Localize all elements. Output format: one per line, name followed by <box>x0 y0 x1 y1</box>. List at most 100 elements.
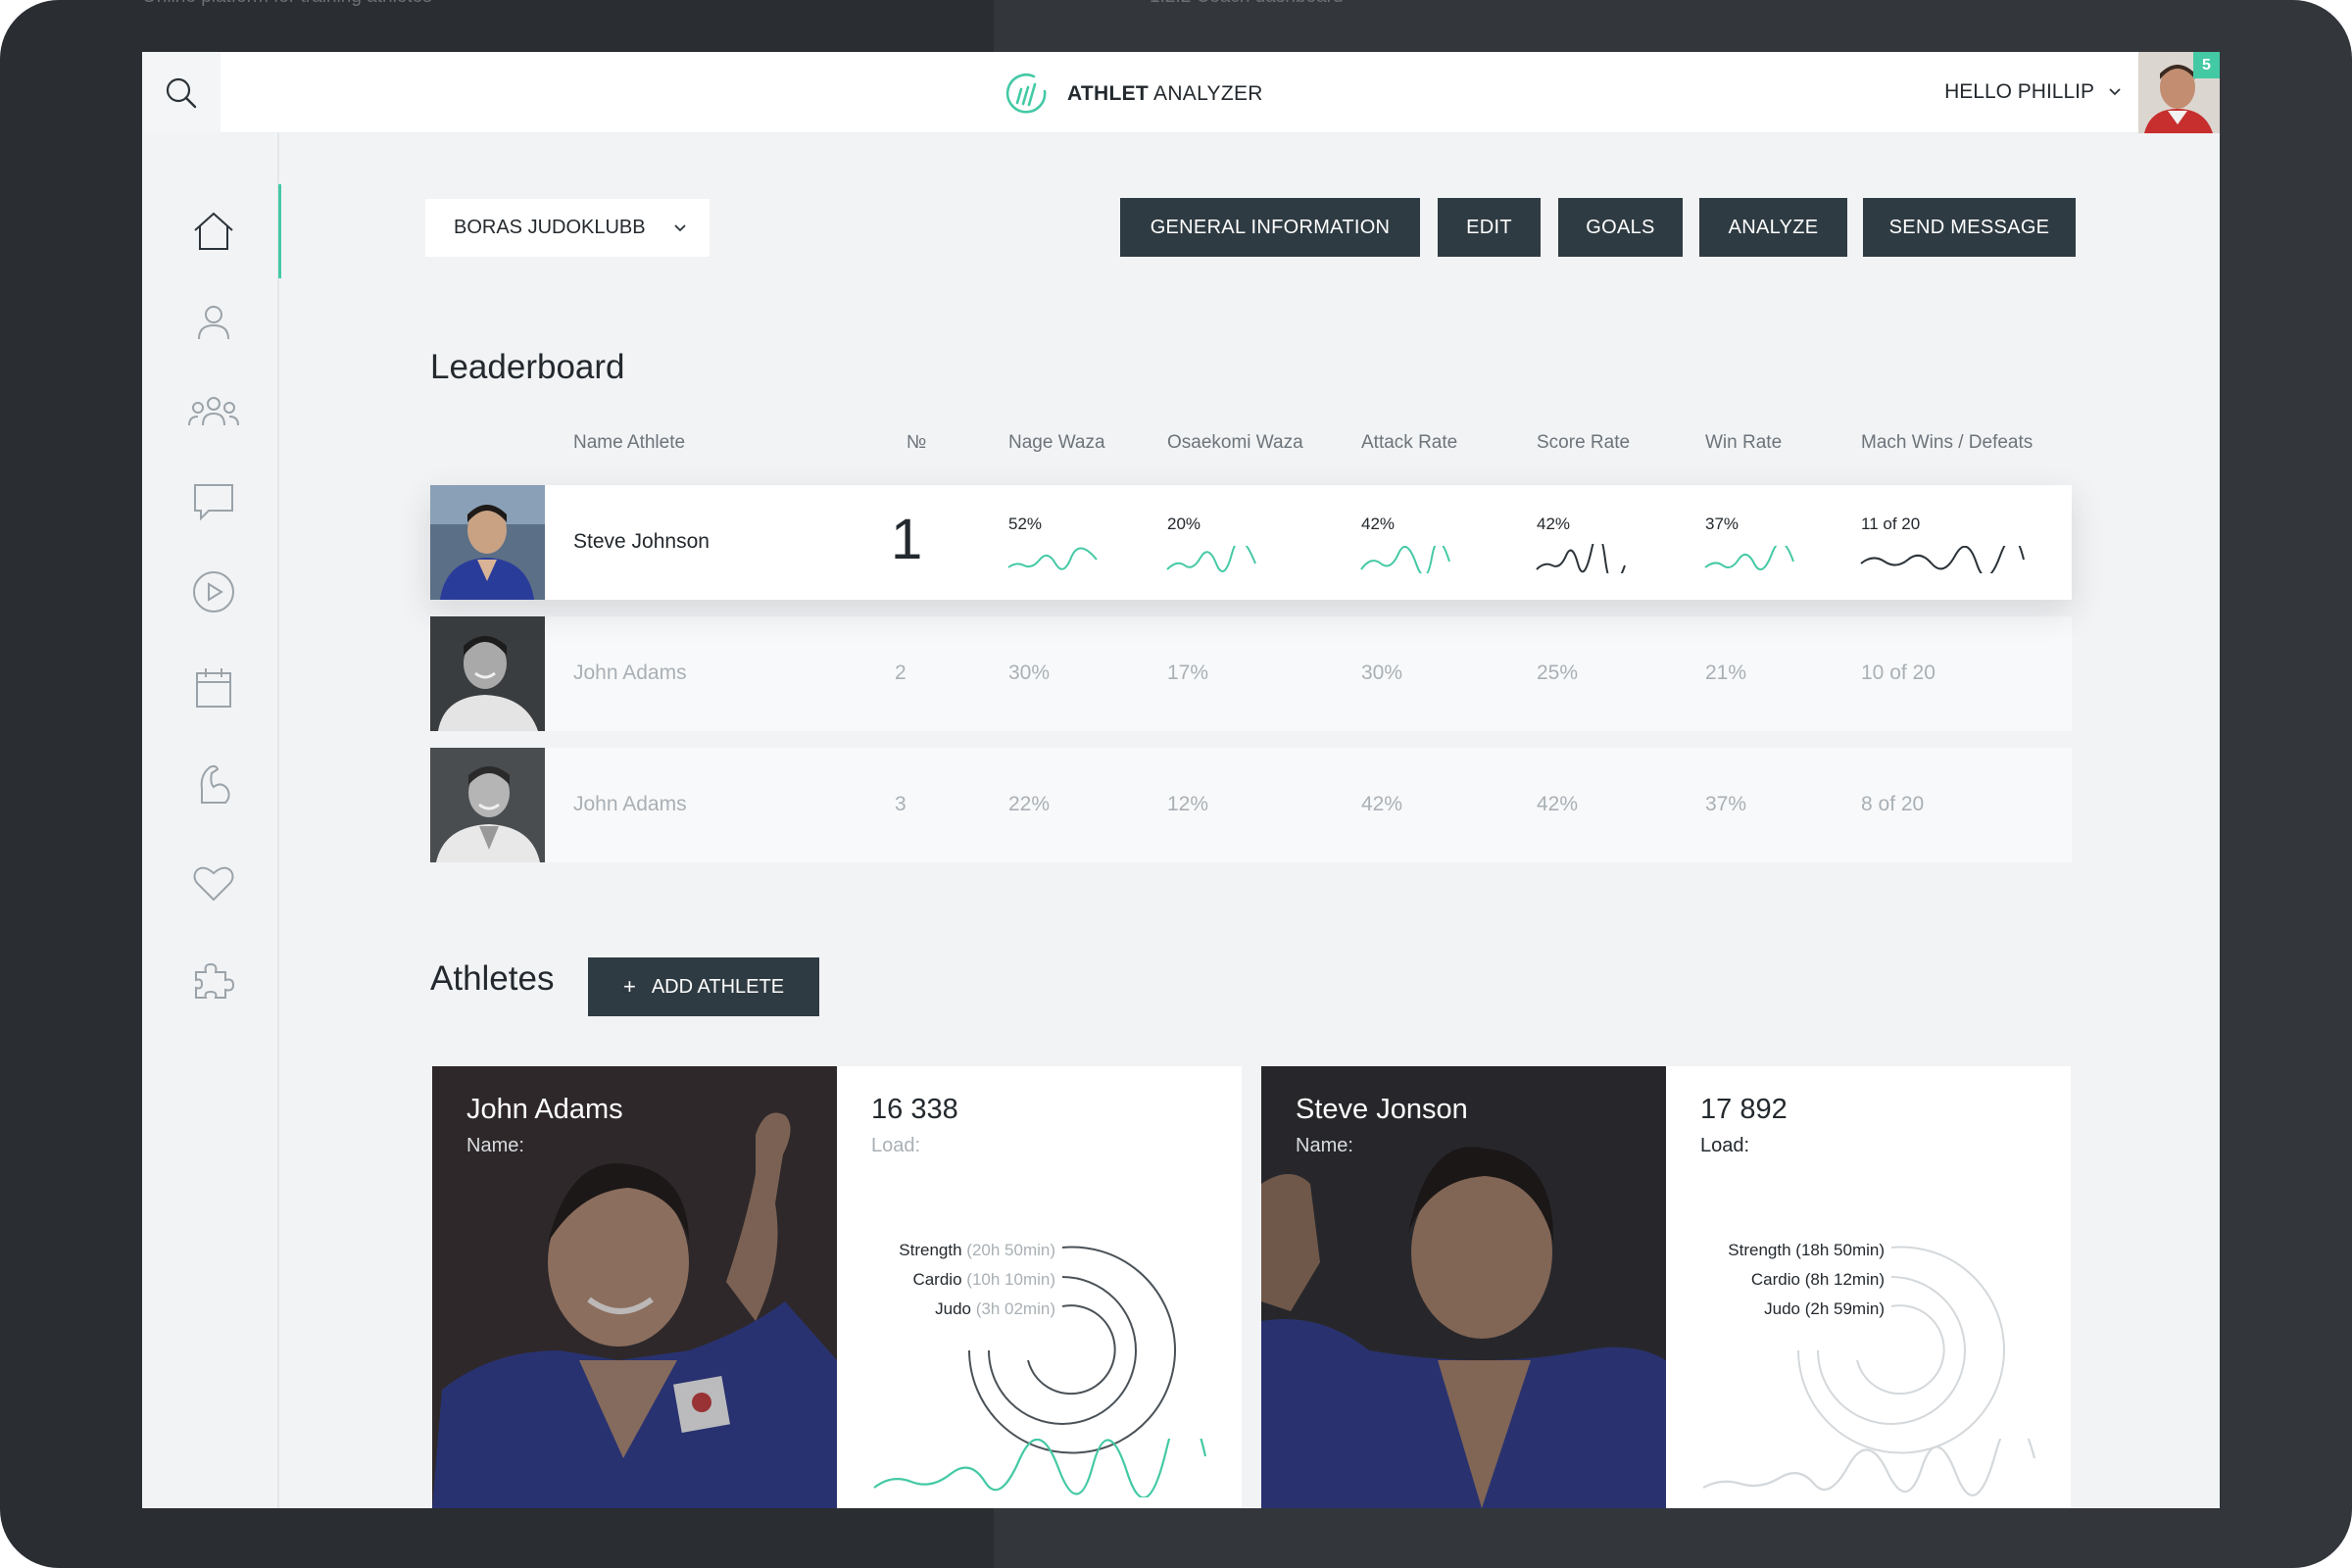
leaderboard-title: Leaderboard <box>430 348 625 386</box>
column-header-wins-defeats: Mach Wins / Defeats <box>1861 432 2034 453</box>
osaekomi-waza-value: 20% <box>1167 514 1201 533</box>
calendar-icon <box>196 668 231 708</box>
load-radial-chart <box>1797 1246 2005 1454</box>
nage-waza-sparkline <box>1007 547 1098 570</box>
nage-waza-value: 52% <box>1008 514 1043 533</box>
user-icon <box>198 306 229 340</box>
athlete-card-name: Steve Jonson <box>1296 1094 1468 1125</box>
athlete-name[interactable]: Steve Johnson <box>573 530 710 554</box>
puzzle-icon <box>195 962 235 999</box>
table-row[interactable]: John Adams 2 30% 17% 30% 25% 21% 10 of 2… <box>430 616 2072 731</box>
app-window: ATHLET ANALYZER HELLO PHILLIP 5 BORAS JU… <box>142 52 2220 1508</box>
athlete-card-name-label: Name: <box>466 1135 524 1156</box>
notification-badge: 5 <box>2193 52 2220 78</box>
greeting-text: HELLO PHILLIP <box>1944 80 2094 103</box>
win-rate-value: 37% <box>1705 514 1740 533</box>
top-bar: ATHLET ANALYZER HELLO PHILLIP 5 <box>142 52 2220 133</box>
sidebar-item-profile[interactable] <box>186 294 241 349</box>
score-rate-value: 42% <box>1537 514 1571 533</box>
win-rate-value: 21% <box>1705 662 1747 684</box>
strength-icon <box>200 764 230 804</box>
athlete-rank: 2 <box>895 662 906 684</box>
attack-rate-value: 42% <box>1361 514 1396 533</box>
sidebar-item-team[interactable] <box>186 384 241 439</box>
load-label: Load: <box>1700 1135 1750 1156</box>
plus-icon: + <box>622 974 636 999</box>
athlete-card-name-label: Name: <box>1296 1135 1353 1156</box>
athlete-card[interactable]: John Adams Name: 16 338 Load: Strength (… <box>432 1066 1242 1508</box>
athlete-photo <box>430 748 545 862</box>
edit-button[interactable]: EDIT <box>1438 198 1541 257</box>
attack-rate-value: 42% <box>1361 793 1403 815</box>
athlete-card-photo: John Adams Name: <box>432 1066 837 1508</box>
add-athlete-button[interactable]: + ADD ATHLETE <box>588 957 819 1016</box>
sidebar-active-indicator <box>278 184 281 278</box>
sidebar-item-calendar[interactable] <box>186 661 241 715</box>
athlete-name[interactable]: John Adams <box>573 662 687 685</box>
load-radial-chart <box>968 1246 1176 1454</box>
load-trend-sparkline <box>1702 1439 2036 1496</box>
club-select[interactable]: BORAS JUDOKLUBB <box>425 199 710 257</box>
column-header-osaekomi-waza: Osaekomi Waza <box>1167 432 1303 453</box>
sidebar-item-home[interactable] <box>186 204 241 259</box>
background-caption-right: 1.2.2 Coach dashboard <box>1150 0 1344 8</box>
athlete-card[interactable]: Steve Jonson Name: 17 892 Load: Strength… <box>1261 1066 2071 1508</box>
sidebar-item-strength[interactable] <box>186 757 241 811</box>
add-athlete-label: ADD ATHLETE <box>651 975 785 998</box>
heart-icon <box>193 866 234 902</box>
user-menu[interactable]: HELLO PHILLIP <box>1944 80 2122 104</box>
load-label: Load: <box>871 1135 921 1156</box>
sidebar-item-plugins[interactable] <box>186 953 241 1007</box>
sidebar-item-health[interactable] <box>186 857 241 911</box>
message-icon <box>194 484 233 521</box>
wins-defeats-value: 8 of 20 <box>1861 793 1925 815</box>
score-rate-value: 42% <box>1537 793 1579 815</box>
athletes-title: Athletes <box>430 959 555 998</box>
athlete-card-photo: Steve Jonson Name: <box>1261 1066 1666 1508</box>
column-header-score-rate: Score Rate <box>1537 432 1631 453</box>
athlete-card-info: 17 892 Load: Strength (18h 50min) Cardio… <box>1666 1066 2071 1508</box>
club-select-value: BORAS JUDOKLUBB <box>454 217 646 238</box>
athlete-name[interactable]: John Adams <box>573 793 687 816</box>
table-row[interactable]: Steve Johnson 1 52% 20% 42% 42% 37% 11 o… <box>430 485 2072 600</box>
athlet-logo-icon <box>1005 74 1047 114</box>
send-message-button[interactable]: SEND MESSAGE <box>1863 198 2076 257</box>
table-row[interactable]: John Adams 3 22% 12% 42% 42% 37% 8 of 20 <box>430 748 2072 862</box>
nage-waza-value: 22% <box>1008 793 1051 815</box>
analyze-button[interactable]: ANALYZE <box>1699 198 1847 257</box>
osaekomi-waza-value: 17% <box>1167 662 1209 684</box>
column-header-name: Name Athlete <box>573 432 686 453</box>
column-header-rank: № <box>906 432 927 453</box>
brand-logo[interactable]: ATHLET ANALYZER <box>1004 72 1263 117</box>
sidebar <box>142 133 281 1508</box>
background-caption-left: Online platform for training athletes <box>142 0 432 8</box>
goals-button[interactable]: GOALS <box>1558 198 1683 257</box>
column-header-win-rate: Win Rate <box>1705 432 1783 453</box>
home-icon <box>194 212 233 250</box>
score-rate-sparkline <box>1536 544 1626 573</box>
attack-rate-sparkline <box>1360 546 1450 573</box>
win-rate-sparkline <box>1704 546 1794 571</box>
team-icon <box>188 397 239 426</box>
sidebar-item-videos[interactable] <box>186 564 241 619</box>
athlete-photo <box>430 616 545 731</box>
column-header-nage-waza: Nage Waza <box>1008 432 1105 453</box>
wins-defeats-value: 11 of 20 <box>1861 514 1921 533</box>
attack-rate-value: 30% <box>1361 662 1403 684</box>
osaekomi-waza-value: 12% <box>1167 793 1209 815</box>
score-rate-value: 25% <box>1537 662 1579 684</box>
athlete-card-info: 16 338 Load: Strength (20h 50min) Cardio… <box>837 1066 1242 1508</box>
load-value: 16 338 <box>871 1094 958 1125</box>
general-information-button[interactable]: GENERAL INFORMATION <box>1120 198 1420 257</box>
search-button[interactable] <box>142 52 220 133</box>
brand-name: ATHLET ANALYZER <box>1067 82 1263 105</box>
athlete-photo <box>430 485 545 600</box>
load-value: 17 892 <box>1700 1094 1788 1125</box>
column-header-attack-rate: Attack Rate <box>1361 432 1458 453</box>
wins-defeats-value: 10 of 20 <box>1861 662 1936 684</box>
chevron-down-icon <box>673 223 686 231</box>
user-avatar[interactable]: 5 <box>2138 52 2220 133</box>
sidebar-item-messages[interactable] <box>186 474 241 529</box>
chevron-down-icon <box>2109 88 2121 96</box>
wins-defeats-sparkline <box>1860 546 2025 573</box>
